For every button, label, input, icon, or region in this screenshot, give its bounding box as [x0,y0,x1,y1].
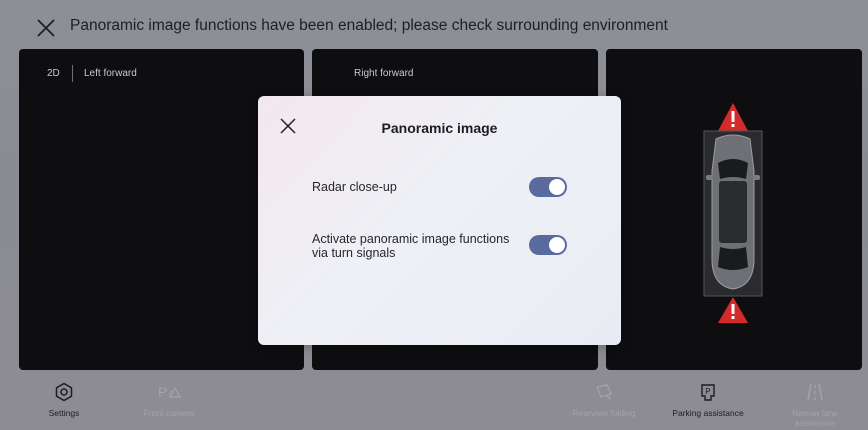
parking-assistance-button[interactable]: P Parking assistance [665,382,751,418]
car-overview-panel[interactable] [606,49,862,370]
rearview-folding-button[interactable]: Rearview folding [566,382,642,418]
car-overview [696,101,770,359]
narrow-lane-assistance-label: Narrow lane assistance [792,408,838,428]
svg-text:P: P [705,387,710,396]
close-icon[interactable] [35,17,57,39]
svg-text:P: P [158,384,167,400]
rearview-folding-icon [596,384,612,400]
front-warning-icon [718,103,748,131]
parking-assistance-icon: P [701,384,715,401]
front-camera-button[interactable]: P Front camera [136,382,202,418]
turn-signal-activation-label: Activate panoramic image functions via t… [312,232,510,260]
turn-signal-activation-toggle[interactable] [529,235,567,255]
settings-hexagon-icon [55,382,73,402]
narrow-lane-icon [807,383,823,401]
status-message: Panoramic image functions have been enab… [70,17,668,34]
radar-close-up-toggle[interactable] [529,177,567,197]
toggle-knob [549,179,565,195]
settings-label: Settings [48,408,80,418]
settings-button[interactable]: Settings [38,382,90,418]
rearview-folding-label: Rearview folding [572,408,636,418]
narrow-lane-assistance-button[interactable]: Narrow lane assistance [775,382,855,428]
top-bar: Panoramic image functions have been enab… [0,0,868,46]
toggle-knob [549,237,565,253]
divider [72,65,73,82]
dialog-title: Panoramic image [381,120,498,136]
radar-close-up-label: Radar close-up [312,180,397,194]
view-mode-2d[interactable]: 2D [47,68,60,79]
front-camera-label: Front camera [143,408,195,418]
left-forward-label: Left forward [84,68,137,79]
rear-warning-icon [718,297,748,323]
front-camera-icon: P [158,384,182,400]
parking-assistance-label: Parking assistance [672,408,744,418]
car-top-view-icon [703,103,763,323]
panoramic-image-dialog: Panoramic image Radar close-up Activate … [258,96,621,345]
right-forward-label: Right forward [354,68,414,79]
